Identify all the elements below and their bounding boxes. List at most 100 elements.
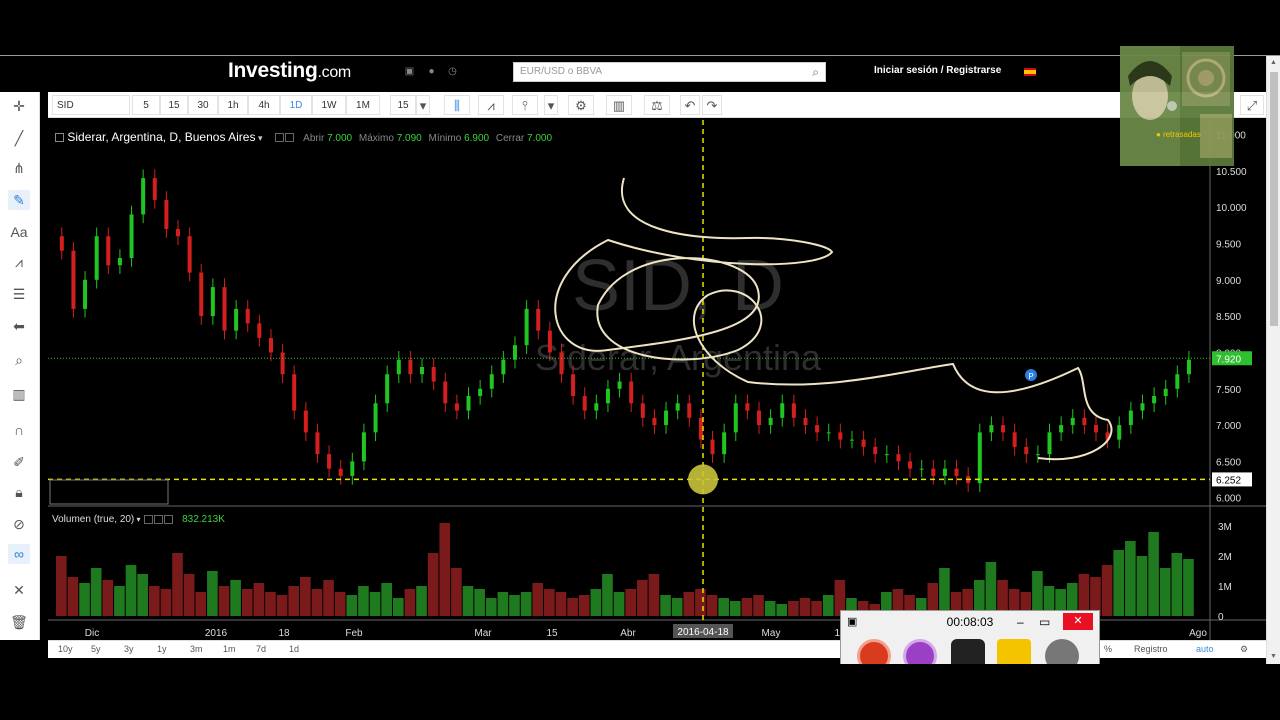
interval-1d[interactable]: 1D — [280, 95, 312, 115]
clock-icon[interactable]: ◷ — [447, 66, 458, 77]
log-toggle[interactable]: Registro — [1134, 644, 1168, 654]
interval-1w[interactable]: 1W — [312, 95, 346, 115]
pattern-tool-icon[interactable]: ⩘ — [8, 252, 30, 272]
percent-toggle[interactable]: % — [1104, 644, 1112, 654]
interval-custom[interactable]: 15 — [390, 95, 416, 115]
screen: Investing.com ▣ ● ◷ EUR/USD o BBVA ⌕ Ini… — [0, 0, 1280, 720]
range-3m[interactable]: 3m — [190, 644, 203, 654]
bell-icon[interactable]: ● — [426, 66, 437, 77]
bars-icon[interactable]: ▥ — [606, 95, 632, 115]
interval-1m[interactable]: 1M — [346, 95, 380, 115]
volume-bar — [695, 589, 706, 616]
chart-title[interactable]: Siderar, Argentina, D, Buenos Aires — [67, 130, 255, 144]
collapse-icon[interactable] — [55, 133, 64, 143]
volume-bar — [323, 580, 334, 616]
candle-body — [1140, 403, 1145, 411]
volume-bar — [439, 523, 451, 616]
title-dropdown-icon[interactable]: ▾ — [255, 133, 263, 143]
search-input[interactable]: EUR/USD o BBVA ⌕ — [513, 62, 826, 82]
redo-icon[interactable]: ↷ — [702, 95, 722, 115]
crosshair-tool-icon[interactable]: ✛ — [8, 96, 30, 116]
investing-logo[interactable]: Investing.com — [228, 59, 351, 83]
candle-body — [1070, 417, 1075, 426]
candle-body — [873, 446, 878, 455]
chart-canvas[interactable]: SID, DSiderar, Argentina11.00010.50010.0… — [48, 120, 1266, 640]
portfolio-icon[interactable]: ▣ — [404, 66, 415, 77]
volume-title[interactable]: Volumen (true, 20) — [52, 514, 134, 525]
range-1m[interactable]: 1m — [223, 644, 236, 654]
lock-icon[interactable]: 🔒︎ — [8, 482, 30, 502]
candle-body — [536, 308, 541, 331]
zoom-tool-icon[interactable]: ⌕ — [8, 350, 30, 370]
arrow-tool-icon[interactable]: ⬅ — [8, 316, 30, 336]
scroll-up-icon[interactable]: ▲ — [1270, 59, 1277, 66]
volume-bar — [497, 592, 509, 616]
close-icon[interactable]: ✕ — [1063, 613, 1093, 630]
chart-area[interactable]: SID, DSiderar, Argentina11.00010.50010.0… — [48, 120, 1266, 640]
interval-1h[interactable]: 1h — [218, 95, 248, 115]
range-1d[interactable]: 1d — [289, 644, 299, 654]
scales-icon[interactable]: ⚖ — [644, 95, 670, 115]
symbol-input[interactable]: SID — [52, 95, 130, 115]
brush-tool-icon[interactable]: ✎ — [8, 190, 30, 210]
scroll-down-icon[interactable]: ▼ — [1270, 653, 1277, 660]
pencil-icon[interactable]: ✐ — [8, 452, 30, 472]
indicators-icon[interactable]: ⩘ — [478, 95, 504, 115]
compare-icon[interactable]: ⫯ — [512, 95, 538, 115]
maximize-icon[interactable]: ▭ — [1039, 611, 1050, 633]
volume-bar — [90, 568, 102, 616]
volume-bar — [1136, 556, 1148, 616]
remove-drawings-icon[interactable]: ✕ — [8, 580, 30, 600]
interval-30[interactable]: 30 — [188, 95, 218, 115]
candle-body — [629, 381, 634, 404]
volume-tick-label: 2M — [1218, 552, 1232, 563]
auto-toggle[interactable]: auto — [1196, 644, 1214, 654]
gear-icon[interactable]: ⚙ — [568, 95, 594, 115]
range-10y[interactable]: 10y — [58, 644, 73, 654]
trendline-tool-icon[interactable]: ╱ — [8, 128, 30, 148]
scroll-thumb[interactable] — [1270, 72, 1278, 326]
candle-body — [187, 236, 192, 273]
page-scrollbar[interactable]: ▲ ▼ — [1266, 56, 1280, 664]
magnet-icon[interactable]: ∩ — [8, 420, 30, 440]
account-links: Iniciar sesión / Registrarse — [874, 65, 1001, 76]
volume-bar — [555, 592, 567, 616]
range-5y[interactable]: 5y — [91, 644, 101, 654]
axis-gear-icon[interactable]: ⚙ — [1240, 644, 1248, 655]
candle-body — [1186, 359, 1191, 375]
volume-bar — [416, 586, 427, 616]
eye-icon[interactable] — [274, 133, 284, 143]
time-tick-label: Ago — [1189, 628, 1207, 639]
range-7d[interactable]: 7d — [256, 644, 266, 654]
crosshair-price-label: 6.252 — [1216, 475, 1241, 486]
range-3y[interactable]: 3y — [124, 644, 134, 654]
interval-4h[interactable]: 4h — [248, 95, 280, 115]
settings-icon[interactable] — [284, 133, 294, 143]
volume-settings-icon[interactable] — [154, 514, 164, 524]
register-link[interactable]: Registrarse — [946, 65, 1001, 76]
volume-eye-icon[interactable] — [144, 514, 154, 524]
webcam-caption: ● retrasadas — [1156, 130, 1201, 139]
fibonacci-tool-icon[interactable]: ☰ — [8, 284, 30, 304]
candle-body — [478, 388, 483, 397]
trash-icon[interactable]: 🗑︎ — [8, 612, 30, 632]
compare-dropdown-icon[interactable]: ▾ — [544, 95, 558, 115]
chevron-down-icon[interactable]: ▾ — [416, 95, 430, 115]
interval-15[interactable]: 15 — [160, 95, 188, 115]
text-tool-icon[interactable]: Aa — [8, 222, 30, 242]
measure-tool-icon[interactable]: ▥ — [8, 384, 30, 404]
hide-icon[interactable]: ⊘ — [8, 514, 30, 534]
range-1y[interactable]: 1y — [157, 644, 167, 654]
fullscreen-icon[interactable]: ⤢ — [1240, 95, 1264, 115]
link-icon[interactable]: ∞ — [8, 544, 30, 564]
minimize-icon[interactable]: – — [1017, 611, 1024, 633]
login-link[interactable]: Iniciar sesión — [874, 65, 938, 76]
spain-flag-icon[interactable] — [1024, 68, 1036, 76]
volume-bar — [1113, 550, 1125, 616]
candles-style-icon[interactable]: ⫼ — [444, 95, 470, 115]
undo-icon[interactable]: ↶ — [680, 95, 700, 115]
search-icon[interactable]: ⌕ — [812, 65, 819, 80]
fork-tool-icon[interactable]: ⋔ — [8, 158, 30, 178]
interval-5[interactable]: 5 — [132, 95, 160, 115]
volume-close-icon[interactable] — [164, 514, 174, 524]
